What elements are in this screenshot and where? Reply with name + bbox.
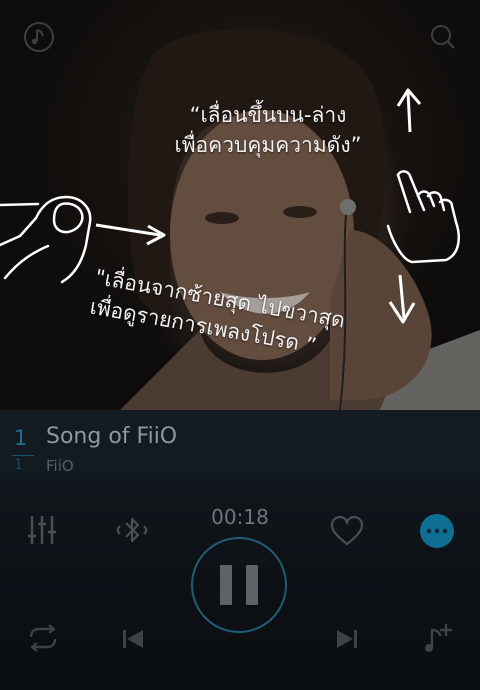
pause-icon	[213, 565, 265, 605]
arrow-up-icon	[396, 88, 422, 133]
now-playing-row[interactable]: 1 1 Song of FiiO FiiO	[0, 410, 480, 480]
volume-guide-text: “เลื่อนขึ้นบน-ล่าง เพื่อควบคุมความดัง”	[148, 100, 388, 160]
next-icon[interactable]	[332, 624, 362, 654]
previous-icon[interactable]	[118, 624, 148, 654]
gesture-guide	[0, 88, 460, 324]
arrow-down-icon	[388, 274, 416, 324]
player-panel: 1 1 Song of FiiO FiiO 00:18	[0, 410, 480, 690]
heart-icon[interactable]	[328, 512, 366, 550]
bluetooth-icon[interactable]	[112, 510, 152, 550]
add-to-playlist-icon[interactable]	[418, 618, 458, 658]
song-title: Song of FiiO	[46, 424, 178, 449]
pause-button[interactable]	[191, 537, 287, 633]
arrow-right-icon	[95, 223, 166, 246]
equalizer-icon[interactable]	[22, 510, 62, 550]
volume-guide-line-1: “เลื่อนขึ้นบน-ล่าง	[189, 103, 347, 127]
song-artist: FiiO	[46, 457, 74, 475]
repeat-icon[interactable]	[24, 622, 62, 654]
playback-time: 00:18	[211, 505, 269, 529]
more-icon[interactable]	[420, 514, 454, 548]
swipe-thumb-icon	[0, 195, 92, 284]
volume-guide-line-2: เพื่อควบคุมความดัง”	[174, 133, 362, 157]
track-number-small: 1	[14, 457, 23, 473]
track-divider	[12, 455, 34, 456]
pointing-hand-icon	[386, 170, 460, 264]
track-number: 1	[14, 426, 28, 450]
